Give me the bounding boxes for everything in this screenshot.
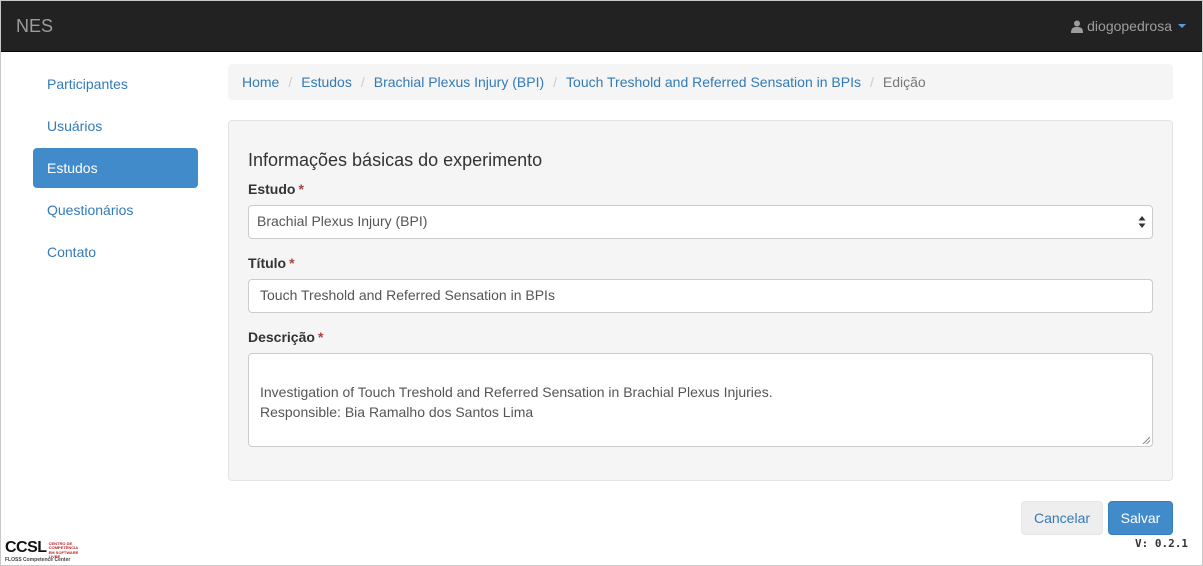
titulo-label-text: Título — [248, 255, 287, 271]
sidebar-item-usuarios[interactable]: Usuários — [33, 106, 198, 146]
breadcrumb-separator: / — [288, 74, 293, 90]
breadcrumb-separator: / — [360, 74, 365, 90]
form-title: Informações básicas do experimento — [248, 150, 543, 170]
breadcrumb-experiment[interactable]: Touch Treshold and Referred Sensation in… — [566, 74, 861, 90]
logo-text: CCSL — [5, 539, 47, 556]
breadcrumb-home[interactable]: Home — [242, 74, 279, 90]
descricao-textarea[interactable]: Investigation of Touch Treshold and Refe… — [248, 353, 1153, 447]
version-label: V: 0.2.1 — [1135, 537, 1188, 550]
resize-grip-icon[interactable] — [1142, 436, 1150, 444]
estudo-label: Estudo * — [248, 181, 304, 197]
ccsl-logo: CCSL Centro de Competência em Software L… — [5, 539, 79, 563]
breadcrumb-separator: / — [553, 74, 558, 90]
titulo-input[interactable]: Touch Treshold and Referred Sensation in… — [248, 279, 1153, 313]
top-navbar: NES diogopedrosa — [1, 1, 1202, 52]
required-marker: * — [289, 255, 295, 271]
experiment-form-panel: Informações básicas do experimento Estud… — [228, 120, 1173, 481]
breadcrumb: Home / Estudos / Brachial Plexus Injury … — [228, 64, 1173, 100]
caret-down-icon — [1178, 24, 1186, 28]
breadcrumb-current: Edição — [882, 74, 926, 90]
sidebar-nav: Participantes Usuários Estudos Questioná… — [33, 64, 198, 274]
select-arrows-icon — [1138, 216, 1146, 228]
logo-footer-text: FLOSS Competence Center — [5, 557, 71, 563]
breadcrumb-estudos[interactable]: Estudos — [301, 74, 352, 90]
required-marker: * — [298, 181, 304, 197]
user-dropdown[interactable]: diogopedrosa — [1071, 18, 1186, 34]
cancel-button[interactable]: Cancelar — [1021, 501, 1103, 535]
required-marker: * — [317, 329, 324, 345]
estudo-select-value: Brachial Plexus Injury (BPI) — [257, 213, 428, 229]
sidebar-item-estudos[interactable]: Estudos — [33, 148, 198, 188]
breadcrumb-separator: / — [869, 74, 874, 90]
titulo-label: Título * — [248, 255, 295, 271]
breadcrumb-study[interactable]: Brachial Plexus Injury (BPI) — [374, 74, 544, 90]
sidebar-item-participantes[interactable]: Participantes — [33, 64, 198, 104]
descricao-label: Descrição * — [248, 329, 323, 345]
estudo-label-text: Estudo — [248, 181, 296, 197]
user-icon — [1071, 20, 1084, 33]
descricao-label-text: Descrição — [248, 329, 315, 345]
estudo-select[interactable]: Brachial Plexus Injury (BPI) — [248, 205, 1153, 239]
brand-link[interactable]: NES — [16, 16, 53, 37]
sidebar-item-contato[interactable]: Contato — [33, 232, 198, 272]
username-label: diogopedrosa — [1087, 18, 1172, 34]
descricao-text: Investigation of Touch Treshold and Refe… — [260, 384, 773, 420]
save-button[interactable]: Salvar — [1108, 501, 1173, 535]
sidebar-item-questionarios[interactable]: Questionários — [33, 190, 198, 230]
